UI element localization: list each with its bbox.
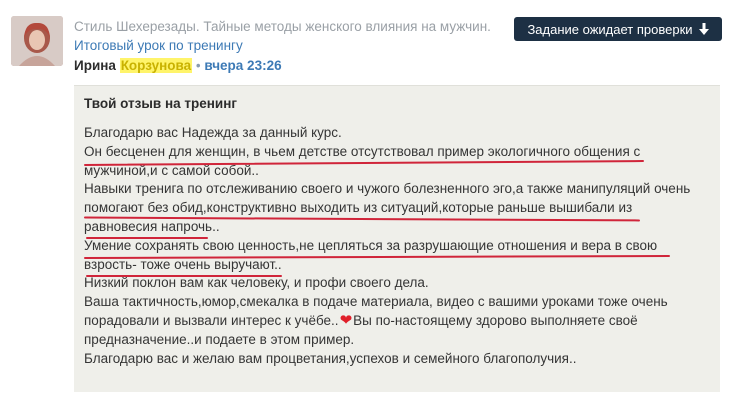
review-line: помогают без обид,конструктивно выходить…: [84, 200, 633, 216]
status-button-label: Задание ожидает проверки: [527, 21, 693, 37]
author-name[interactable]: Ирина: [74, 58, 116, 73]
review-heading: Твой отзыв на тренинг: [84, 96, 237, 111]
review-line: Умение сохранять свою ценность,не цеплят…: [84, 237, 658, 253]
review-line: порадовали и вызвали интерес к учёбе..❤В…: [84, 312, 714, 331]
review-line: Благодарю вас Надежда за данный курс.: [84, 125, 342, 140]
post-time: вчера 23:26: [204, 58, 282, 73]
review-line: Низкий поклон вам как человеку, и профи …: [84, 275, 429, 291]
red-underline: [86, 237, 208, 239]
review-line: Ваша тактичность,юмор,смекалка в подаче …: [84, 294, 668, 310]
review-line: Благодарю вас и желаю вам процветания,ус…: [84, 350, 577, 366]
review-line: Навыки тренига по отслеживанию своего и …: [84, 181, 691, 197]
author-avatar[interactable]: [11, 16, 63, 66]
arrow-down-icon: [698, 23, 709, 35]
red-underline: [86, 275, 282, 277]
review-line: предназначение..и подаете в этом пример.: [84, 331, 355, 347]
author-line: Ирина Корзунова • вчера 23:26: [74, 58, 282, 73]
avatar-photo: [11, 16, 63, 66]
meta-separator: •: [195, 58, 201, 73]
course-title[interactable]: Стиль Шехерезады. Тайные методы женского…: [74, 19, 491, 34]
review-line-part: порадовали и вызвали интерес к учёбе..: [84, 312, 339, 328]
status-dropdown-button[interactable]: Задание ожидает проверки: [514, 17, 722, 41]
lesson-link[interactable]: Итоговый урок по тренингу: [74, 38, 243, 53]
review-line: Он бесценен для женщин, в чьем детстве о…: [84, 143, 641, 159]
heart-emoji-icon: ❤: [339, 311, 353, 329]
review-line-part: Вы по-настоящему здорово выполняете своё: [353, 312, 638, 328]
author-surname-highlighted: Корзунова: [119, 58, 193, 73]
